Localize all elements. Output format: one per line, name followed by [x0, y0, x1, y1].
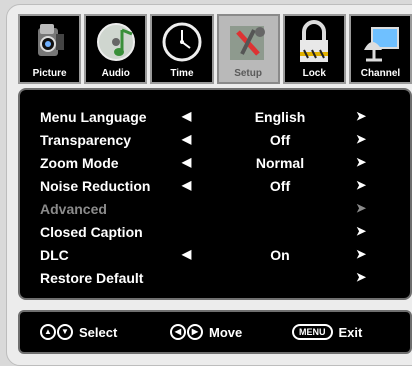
- tab-label: Time: [170, 68, 194, 79]
- menu-row-transparency[interactable]: Transparency ◀ Off ➤: [20, 129, 412, 151]
- padlock-icon: [300, 20, 329, 62]
- row-value: On: [270, 247, 290, 263]
- row-label: Closed Caption: [40, 224, 143, 240]
- menu-row-dlc[interactable]: DLC ◀ On ➤: [20, 244, 412, 266]
- row-value: Off: [269, 132, 291, 148]
- tab-label: Audio: [101, 68, 130, 79]
- row-label: Noise Reduction: [40, 178, 151, 194]
- category-tabs: Picture Audio Time Setup Lock Channel: [18, 14, 412, 84]
- menu-row-advanced: Advanced ➤: [20, 198, 412, 220]
- tab-setup[interactable]: Setup: [216, 14, 280, 84]
- right-arrow-icon[interactable]: ➤: [356, 224, 366, 238]
- menu-row-zoom-mode[interactable]: Zoom Mode ◀ Normal ➤: [20, 152, 412, 174]
- menu-row-noise-reduction[interactable]: Noise Reduction ◀ Off ➤: [20, 175, 412, 197]
- row-label: Zoom Mode: [40, 155, 119, 171]
- right-arrow-icon[interactable]: ➤: [356, 270, 366, 284]
- hint-move: ◀ ▶ Move: [170, 324, 242, 340]
- menu-row-restore-default[interactable]: Restore Default ➤: [20, 267, 412, 289]
- left-right-keys-icon: ◀ ▶: [170, 324, 203, 340]
- row-label: DLC: [40, 247, 69, 263]
- tab-lock[interactable]: Lock: [282, 14, 346, 84]
- satellite-dish-icon: [364, 27, 400, 62]
- right-arrow-icon: ➤: [356, 201, 367, 215]
- row-label: Advanced: [40, 201, 107, 217]
- right-arrow-icon[interactable]: ➤: [356, 155, 366, 169]
- tab-label: Channel: [360, 68, 401, 79]
- right-arrow-icon[interactable]: ➤: [356, 132, 366, 146]
- tab-label: Setup: [234, 68, 262, 79]
- row-value: Normal: [255, 155, 305, 171]
- menu-row-closed-caption[interactable]: Closed Caption ➤: [20, 221, 412, 243]
- tab-channel[interactable]: Channel: [348, 14, 412, 84]
- tools-icon: [230, 26, 266, 60]
- hint-select: ▲ ▼ Select: [40, 324, 117, 340]
- menu-key-icon: MENU: [292, 324, 333, 340]
- left-arrow-icon[interactable]: ◀: [182, 132, 191, 146]
- tab-label: Picture: [32, 68, 67, 79]
- tab-audio[interactable]: Audio: [84, 14, 148, 84]
- camera-icon: [37, 24, 64, 56]
- hint-exit: MENU Exit: [292, 324, 362, 340]
- hint-exit-label: Exit: [338, 324, 363, 340]
- hint-select-label: Select: [79, 324, 118, 340]
- clock-icon: [162, 22, 202, 62]
- right-arrow-icon[interactable]: ➤: [356, 178, 366, 192]
- menu-row-menu-language[interactable]: Menu Language ◀ English ➤: [20, 106, 412, 128]
- row-label: Menu Language: [40, 109, 147, 125]
- left-arrow-icon[interactable]: ◀: [182, 109, 191, 123]
- row-value: English: [254, 109, 306, 125]
- tab-time[interactable]: Time: [150, 14, 214, 84]
- left-arrow-icon[interactable]: ◀: [182, 178, 191, 192]
- setup-menu: Menu Language ◀ English ➤ Transparency ◀…: [18, 88, 412, 300]
- hint-move-label: Move: [209, 324, 243, 340]
- tab-picture[interactable]: Picture: [18, 14, 82, 84]
- left-arrow-icon[interactable]: ◀: [182, 247, 191, 261]
- row-label: Transparency: [40, 132, 132, 148]
- up-down-keys-icon: ▲ ▼: [40, 324, 73, 340]
- right-arrow-icon[interactable]: ➤: [356, 109, 366, 123]
- right-arrow-icon[interactable]: ➤: [356, 247, 366, 261]
- row-label: Restore Default: [40, 270, 144, 286]
- music-note-icon: [96, 23, 135, 61]
- button-hint-bar: ▲ ▼ Select ◀ ▶ Move MENU Exit: [18, 310, 412, 354]
- row-value: Off: [269, 178, 291, 194]
- left-arrow-icon[interactable]: ◀: [182, 155, 191, 169]
- tab-label: Lock: [302, 68, 326, 79]
